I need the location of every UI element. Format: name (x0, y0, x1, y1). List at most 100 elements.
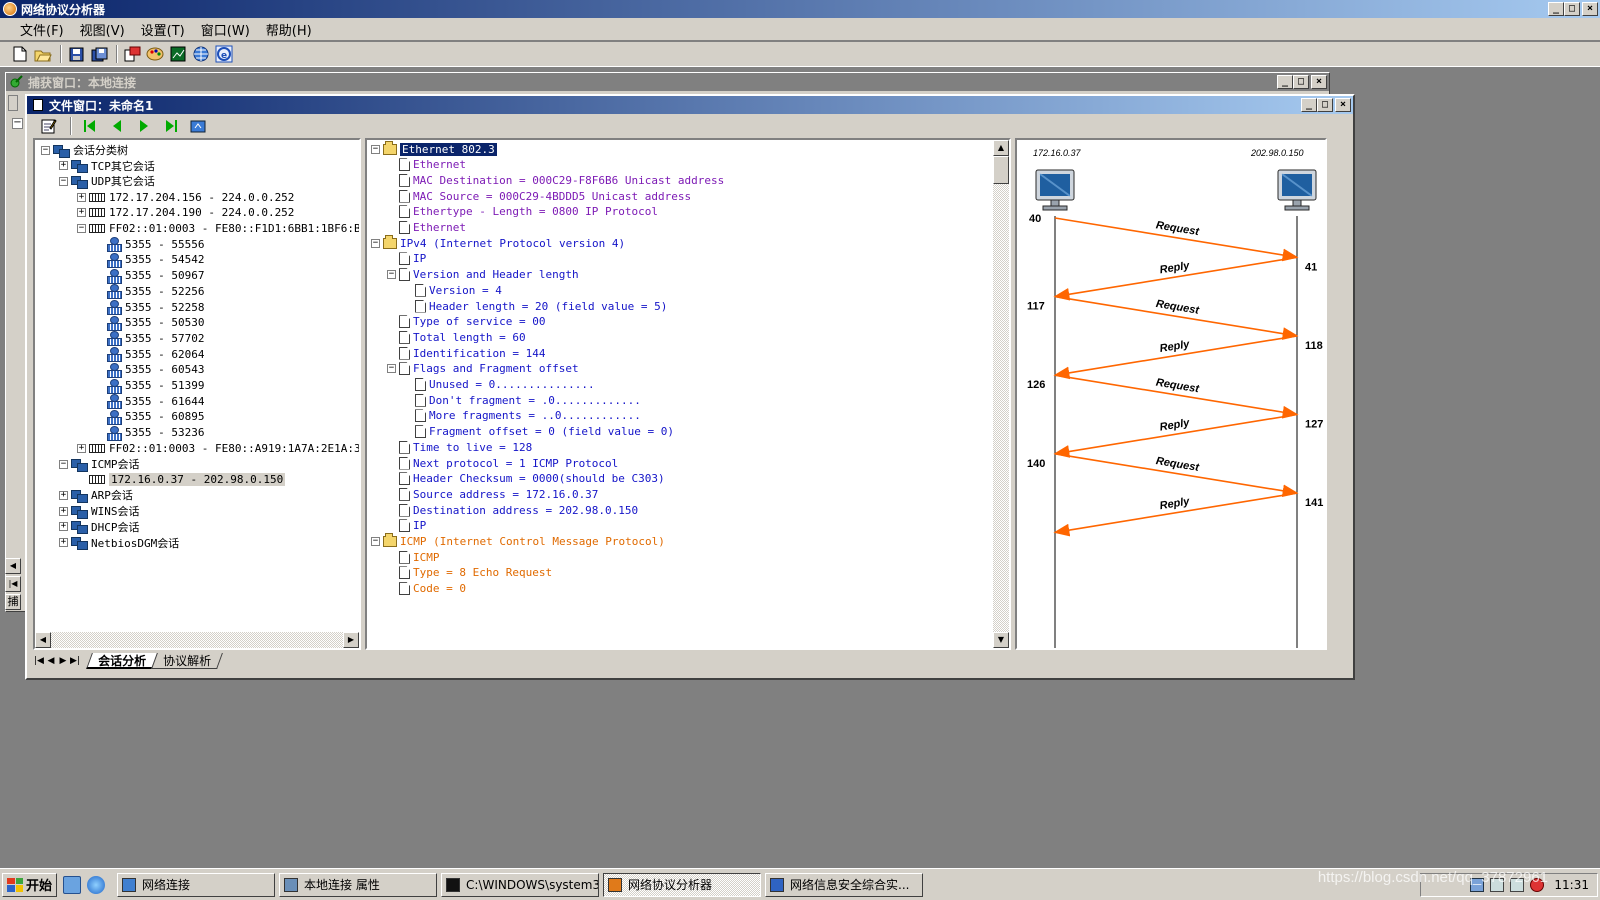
tree-item-udp[interactable]: − UDP其它会话 (59, 173, 155, 189)
menu-help[interactable]: 帮助(H) (258, 20, 320, 39)
tree-item-udp-pair[interactable]: + FF02::01:0003 - FE80::A919:1A7A:2E1A:37… (77, 440, 359, 456)
file-minimize-button[interactable]: _ (1301, 98, 1317, 112)
file-close-button[interactable]: × (1335, 98, 1351, 112)
tab-prev-button[interactable]: ◀ (45, 654, 57, 668)
collapse-toggle[interactable]: − (59, 459, 68, 469)
file-maximize-button[interactable]: □ (1317, 98, 1333, 112)
taskbar-button[interactable]: C:\WINDOWS\system32... (441, 872, 600, 897)
scroll-track[interactable] (51, 632, 343, 648)
tree-item-session[interactable]: 5355 - 57702 (95, 330, 204, 347)
scroll-up-button[interactable]: ▲ (993, 140, 1009, 156)
tree-item-session[interactable]: 5355 - 55556 (95, 236, 204, 253)
tree-item-session[interactable]: 5355 - 61644 (95, 393, 204, 410)
save-icon[interactable] (66, 44, 86, 64)
capture-collapse-button[interactable]: − (12, 118, 23, 129)
tree-item-session[interactable]: 5355 - 53236 (95, 425, 204, 441)
expand-toggle[interactable]: + (77, 443, 86, 453)
protocol-field-row[interactable]: Fragment offset = 0 (field value = 0) (403, 424, 674, 440)
maximize-button[interactable]: □ (1564, 2, 1580, 16)
tab-first-button[interactable]: |◀ (33, 654, 45, 668)
protocol-field-row[interactable]: Destination address = 202.98.0.150 (387, 502, 638, 518)
menu-window[interactable]: 窗口(W) (193, 20, 258, 39)
scroll-thumb[interactable] (993, 156, 1009, 184)
collapse-toggle[interactable]: − (387, 270, 396, 280)
expand-toggle[interactable]: + (59, 506, 68, 516)
menu-view[interactable]: 视图(V) (72, 20, 133, 39)
protocol-field-row[interactable]: Type = 8 Echo Request (387, 565, 552, 581)
last-packet-icon[interactable] (161, 116, 181, 136)
strip-scroll-up-button[interactable]: ◀ (5, 558, 21, 574)
tree-item-other[interactable]: + NetbiosDGM会话 (59, 535, 179, 551)
protocol-field-row[interactable]: More fragments = ..0............ (403, 408, 641, 424)
strip-first-button[interactable]: |◀ (5, 576, 21, 592)
taskbar-button[interactable]: 网络连接 (117, 872, 276, 897)
capture-maximize-button[interactable]: □ (1293, 75, 1309, 89)
tree-item-session[interactable]: 5355 - 54542 (95, 252, 204, 268)
tab-last-button[interactable]: ▶| (69, 654, 81, 668)
session-tree-pane[interactable]: − 会话分类树 + TCP其它会话 − UDP其它会话 +172.17.204.156 - … (33, 138, 361, 650)
next-packet-icon[interactable] (134, 116, 154, 136)
protocol-field-row[interactable]: MAC Destination = 000C29-F8F6B6 Unicast … (387, 172, 724, 188)
tab-next-button[interactable]: ▶ (57, 654, 69, 668)
detail-vertical-scrollbar[interactable]: ▲ ▼ (993, 140, 1009, 648)
protocol-field-row[interactable]: − IPv4 (Internet Protocol version 4) (371, 234, 625, 251)
tree-item-session[interactable]: 5355 - 50530 (95, 315, 204, 331)
file-window[interactable]: 文件窗口：未命名1 _ □ × − 会话分类树 + TCP其它会话 − UDP其… (25, 94, 1355, 680)
protocol-field-row[interactable]: Unused = 0............... (403, 377, 595, 393)
protocol-field-row[interactable]: IP (387, 518, 426, 534)
protocol-field-row[interactable]: Header Checksum = 0000(should be C303) (387, 471, 665, 487)
strip-capture-tab[interactable]: 捕 (5, 594, 21, 610)
palette-icon[interactable] (145, 44, 165, 64)
tree-item-other[interactable]: + ARP会话 (59, 487, 133, 503)
new-file-icon[interactable] (10, 44, 30, 64)
protocol-field-row[interactable]: Version = 4 (403, 282, 502, 298)
capture-pane-handle[interactable] (8, 95, 18, 111)
scroll-track[interactable] (993, 184, 1009, 632)
tree-item-tcp[interactable]: + TCP其它会话 (59, 158, 155, 174)
tree-item-session[interactable]: 5355 - 51399 (95, 378, 204, 394)
protocol-field-row[interactable]: − ICMP (Internet Control Message Protocol… (371, 533, 665, 550)
protocol-field-row[interactable]: Header length = 20 (field value = 5) (403, 298, 667, 314)
capture-settings-icon[interactable] (122, 44, 142, 64)
collapse-toggle[interactable]: − (371, 537, 380, 546)
collapse-toggle[interactable]: − (41, 145, 50, 155)
start-button[interactable]: 开始 (2, 872, 58, 897)
tree-item-icmp[interactable]: − ICMP会话 (59, 456, 140, 472)
scroll-down-button[interactable]: ▼ (993, 632, 1009, 648)
first-packet-icon[interactable] (80, 116, 100, 136)
filter-edit-icon[interactable] (39, 116, 59, 136)
protocol-field-row[interactable]: Code = 0 (387, 581, 466, 597)
export-icon[interactable] (188, 116, 208, 136)
protocol-field-row[interactable]: − Ethernet 802.3 (371, 140, 497, 157)
internet-explorer-icon[interactable] (87, 875, 106, 894)
tree-item-udp-pair[interactable]: +172.17.204.156 - 224.0.0.252 (77, 189, 294, 205)
scroll-right-button[interactable]: ▶ (343, 632, 359, 648)
tree-item-icmp-pair[interactable]: 172.16.0.37 - 202.98.0.150 (77, 472, 286, 488)
protocol-field-row[interactable]: Time to live = 128 (387, 439, 532, 455)
tree-item-session[interactable]: 5355 - 60543 (95, 362, 204, 378)
session-tree[interactable]: − 会话分类树 + TCP其它会话 − UDP其它会话 +172.17.204.156 - … (35, 140, 359, 632)
open-folder-icon[interactable] (33, 44, 53, 64)
collapse-toggle[interactable]: − (387, 364, 396, 374)
scroll-left-button[interactable]: ◀ (35, 632, 51, 648)
collapse-toggle[interactable]: − (371, 238, 380, 248)
protocol-field-row[interactable]: − Flags and Fragment offset (387, 361, 579, 377)
tree-item-session[interactable]: 5355 - 50967 (95, 268, 204, 284)
collapse-toggle[interactable]: − (59, 176, 68, 186)
chart-icon[interactable] (168, 44, 188, 64)
protocol-field-row[interactable]: Ethernet (387, 220, 466, 236)
tree-item-session[interactable]: 5355 - 62064 (95, 346, 204, 363)
protocol-field-row[interactable]: Source address = 172.16.0.37 (387, 486, 598, 502)
show-desktop-icon[interactable] (63, 875, 82, 894)
protocol-field-row[interactable]: ICMP (387, 549, 440, 565)
protocol-field-row[interactable]: Next protocol = 1 ICMP Protocol (387, 455, 618, 471)
tree-item-session[interactable]: 5355 - 52258 (95, 299, 204, 315)
protocol-field-row[interactable]: Ethernet (387, 157, 466, 173)
expand-toggle[interactable]: + (77, 192, 86, 202)
close-button[interactable]: × (1582, 2, 1598, 16)
protocol-detail-pane[interactable]: − Ethernet 802.3 Ethernet MAC Destination =… (365, 138, 1011, 650)
capture-window-title-bar[interactable]: 捕获窗口：本地连接 _ □ × (6, 73, 1329, 91)
menu-file[interactable]: 文件(F) (12, 20, 72, 39)
capture-minimize-button[interactable]: _ (1277, 75, 1293, 89)
tree-item-udp-pair[interactable]: +172.17.204.190 - 224.0.0.252 (77, 205, 294, 221)
